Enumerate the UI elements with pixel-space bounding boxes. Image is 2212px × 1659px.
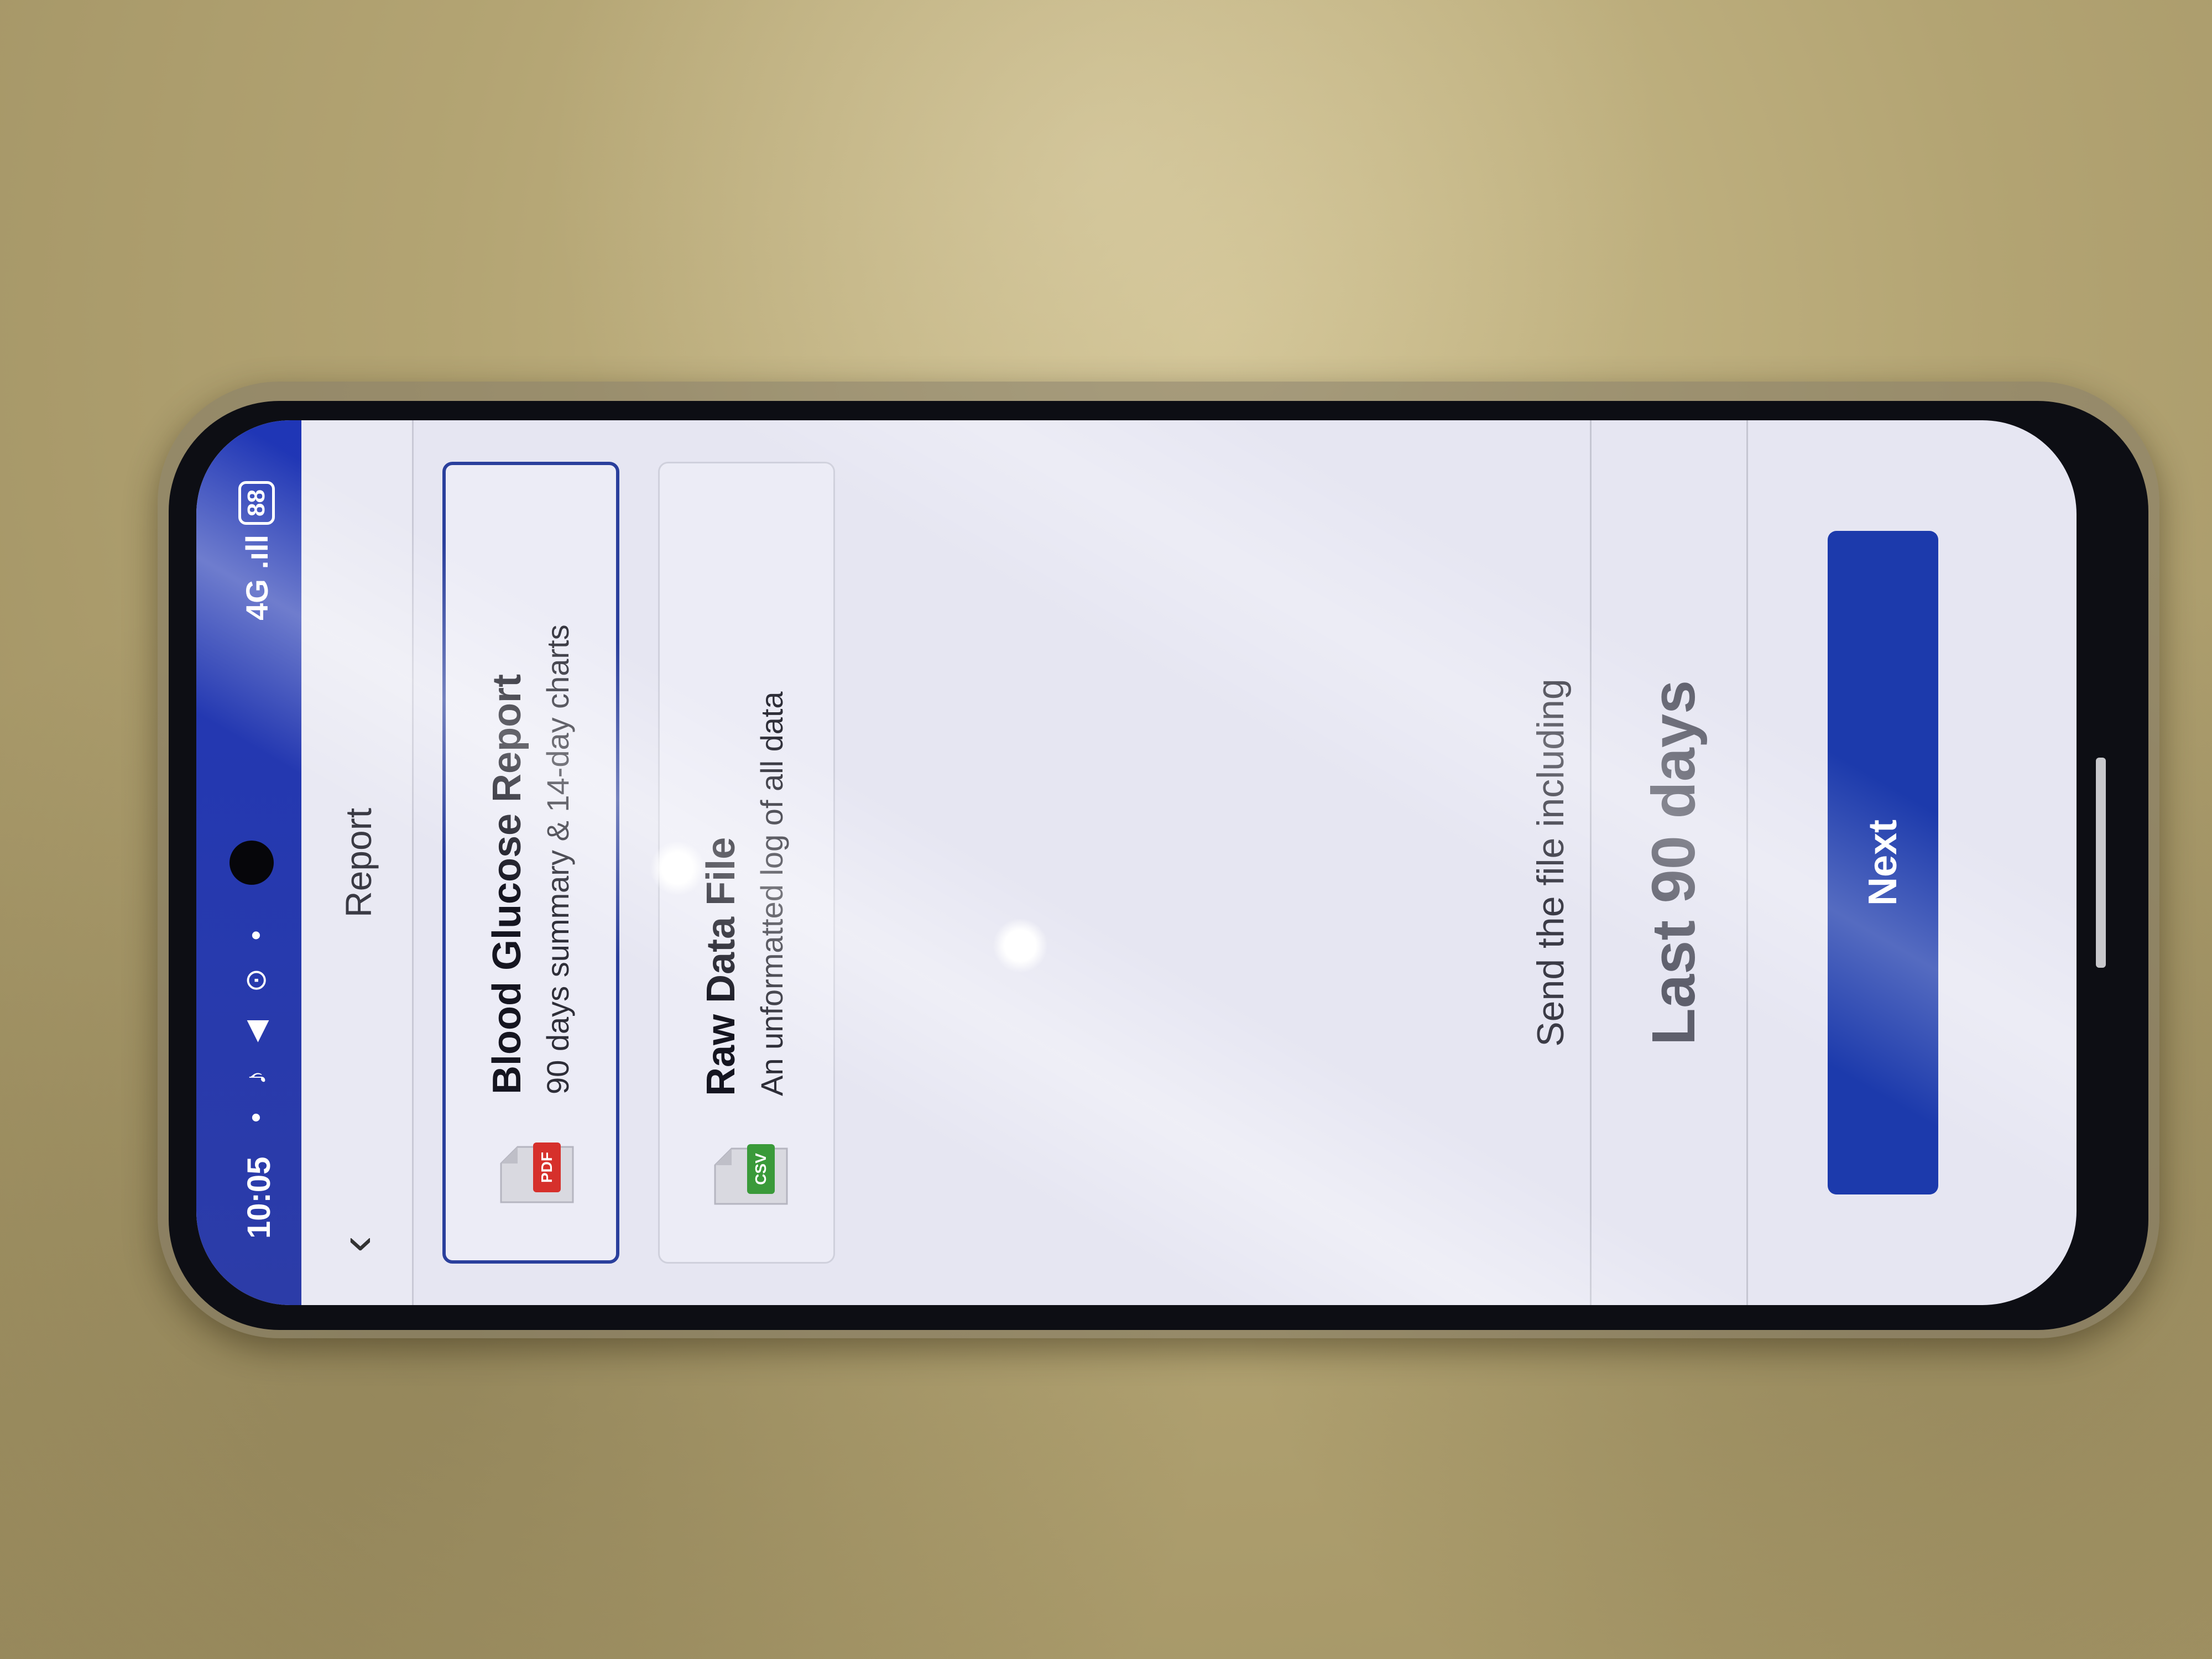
network-label: 4G <box>239 579 274 620</box>
front-camera <box>229 841 274 885</box>
battery-icon: 88 <box>238 481 275 525</box>
signal-icon: .ıll <box>239 534 274 570</box>
report-option-pdf[interactable]: PDF Blood Glucose Report 90 days summary… <box>442 462 619 1264</box>
range-label: Send the file including <box>1530 679 1572 1047</box>
status-bar: 10:05 • ♪ ◀ ⊙ • 4G .ıll 88 <box>196 420 301 1305</box>
pdf-file-icon: PDF <box>500 1142 574 1203</box>
light-reflection <box>993 918 1048 973</box>
csv-file-icon: CSV <box>714 1144 788 1205</box>
app-bar: ‹ Report <box>301 420 414 1305</box>
range-selector[interactable]: Last 90 days <box>1590 420 1748 1305</box>
phone-screen: 10:05 • ♪ ◀ ⊙ • 4G .ıll 88 ‹ Report PDF … <box>196 420 2077 1305</box>
report-option-subtitle: An unformatted log of all data <box>754 691 789 1096</box>
app-screen: 10:05 • ♪ ◀ ⊙ • 4G .ıll 88 ‹ Report PDF … <box>196 420 2077 1305</box>
pdf-badge: PDF <box>538 1152 555 1183</box>
light-reflection <box>650 841 705 896</box>
csv-badge: CSV <box>752 1153 769 1185</box>
notification-icons: • ♪ ◀ ⊙ • <box>240 920 272 1123</box>
report-option-subtitle: 90 days summary & 14-day charts <box>540 624 575 1094</box>
status-time: 10:05 <box>241 1156 277 1239</box>
next-button[interactable]: Next <box>1828 531 1938 1194</box>
report-option-title: Blood Glucose Report <box>485 674 529 1094</box>
range-value: Last 90 days <box>1640 680 1708 1046</box>
power-button <box>2096 758 2106 968</box>
report-option-title: Raw Data File <box>699 837 743 1096</box>
page-title: Report <box>338 807 379 918</box>
status-indicators: 4G .ıll 88 <box>238 481 275 620</box>
